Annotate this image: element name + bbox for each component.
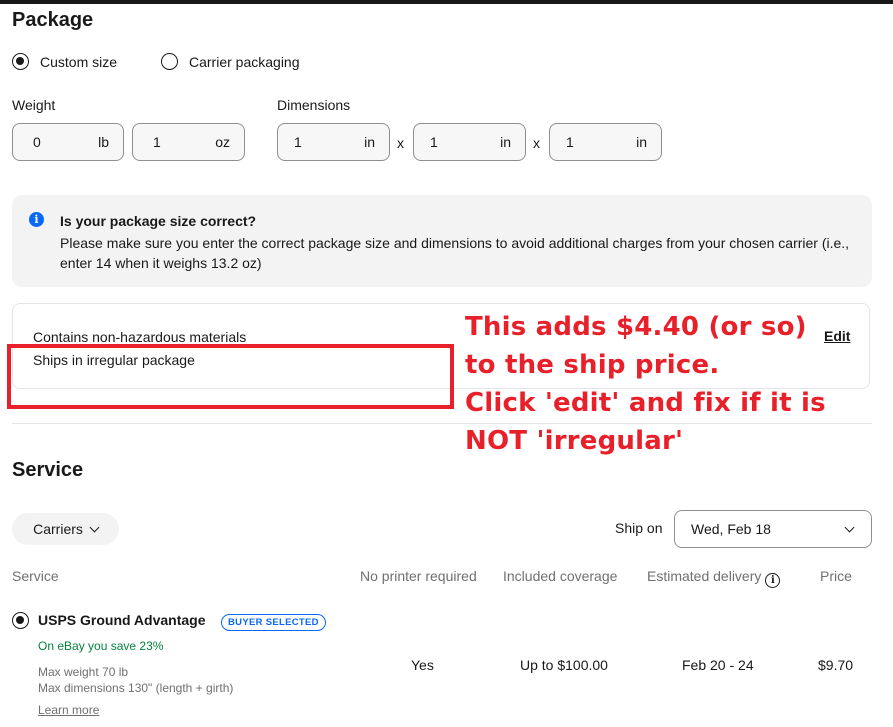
service-radio-usps-ground[interactable] — [12, 612, 29, 629]
weight-oz-unit: oz — [215, 134, 230, 150]
notice-body: Please make sure you enter the correct p… — [60, 235, 850, 271]
coverage-value: Up to $100.00 — [520, 657, 608, 673]
dimension-length-input[interactable]: 1 in — [277, 123, 390, 161]
ship-on-value: Wed, Feb 18 — [691, 521, 771, 537]
delivery-value: Feb 20 - 24 — [682, 657, 754, 673]
column-delivery: Estimated delivery i — [647, 568, 781, 588]
dimension-height-value: 1 — [566, 134, 574, 150]
option-custom-size-label: Custom size — [40, 53, 118, 70]
dimension-separator: x — [397, 135, 404, 151]
annotation-line: This adds $4.40 (or so) — [465, 312, 807, 342]
weight-lb-unit: lb — [98, 134, 109, 150]
annotation-line: NOT 'irregular' — [465, 426, 684, 456]
learn-more-link[interactable]: Learn more — [38, 703, 99, 717]
column-no-printer: No printer required — [360, 568, 477, 584]
chevron-down-icon — [844, 522, 855, 532]
info-icon[interactable]: i — [765, 573, 781, 588]
dimension-width-unit: in — [500, 134, 511, 150]
section-divider — [12, 423, 872, 424]
service-name: USPS Ground Advantage — [38, 612, 206, 628]
top-border — [0, 0, 893, 4]
weight-lb-value: 0 — [33, 134, 41, 150]
carriers-filter-button[interactable]: Carriers — [12, 513, 119, 545]
radio-custom-size[interactable] — [12, 53, 29, 70]
max-weight-text: Max weight 70 lb — [38, 665, 129, 679]
dimensions-label: Dimensions — [277, 97, 351, 113]
weight-oz-value: 1 — [153, 134, 161, 150]
annotation-line: to the ship price. — [465, 350, 720, 380]
annotation-highlight-box — [7, 344, 454, 409]
dimension-width-value: 1 — [430, 134, 438, 150]
dimension-length-unit: in — [364, 134, 375, 150]
dimension-width-input[interactable]: 1 in — [413, 123, 526, 161]
package-title: Package — [12, 9, 94, 31]
no-printer-value: Yes — [411, 657, 434, 673]
annotation-line: Click 'edit' and fix if it is — [465, 388, 826, 418]
weight-oz-input[interactable]: 1 oz — [132, 123, 245, 161]
info-icon: i — [29, 212, 44, 227]
annotation-text: This adds $4.40 (or so) to the ship pric… — [465, 308, 885, 460]
dimension-length-value: 1 — [294, 134, 302, 150]
buyer-selected-badge: BUYER SELECTED — [221, 614, 326, 631]
carriers-label: Carriers — [33, 521, 83, 537]
ship-on-label: Ship on — [615, 520, 663, 536]
dimension-separator: x — [533, 135, 540, 151]
chevron-down-icon — [89, 522, 100, 532]
service-title: Service — [12, 459, 84, 481]
column-coverage: Included coverage — [503, 568, 618, 584]
column-service: Service — [12, 568, 59, 584]
price-value: $9.70 — [818, 657, 854, 673]
ship-on-select[interactable]: Wed, Feb 18 — [674, 510, 872, 548]
savings-text: On eBay you save 23% — [38, 639, 164, 653]
option-carrier-packaging[interactable]: Carrier packaging — [161, 53, 300, 70]
dimension-height-input[interactable]: 1 in — [549, 123, 662, 161]
weight-label: Weight — [12, 97, 56, 113]
max-dimensions-text: Max dimensions 130" (length + girth) — [38, 681, 234, 695]
weight-lb-input[interactable]: 0 lb — [12, 123, 124, 161]
dimension-height-unit: in — [636, 134, 647, 150]
column-delivery-label: Estimated delivery — [647, 568, 762, 584]
notice-title: Is your package size correct? — [60, 213, 257, 229]
option-custom-size[interactable]: Custom size — [12, 53, 117, 70]
option-carrier-packaging-label: Carrier packaging — [189, 53, 300, 70]
radio-carrier-packaging[interactable] — [161, 53, 178, 70]
attribute-hazardous: Contains non-hazardous materials — [33, 329, 247, 345]
package-size-notice: i Is your package size correct? Please m… — [12, 195, 872, 287]
column-price: Price — [820, 568, 852, 584]
